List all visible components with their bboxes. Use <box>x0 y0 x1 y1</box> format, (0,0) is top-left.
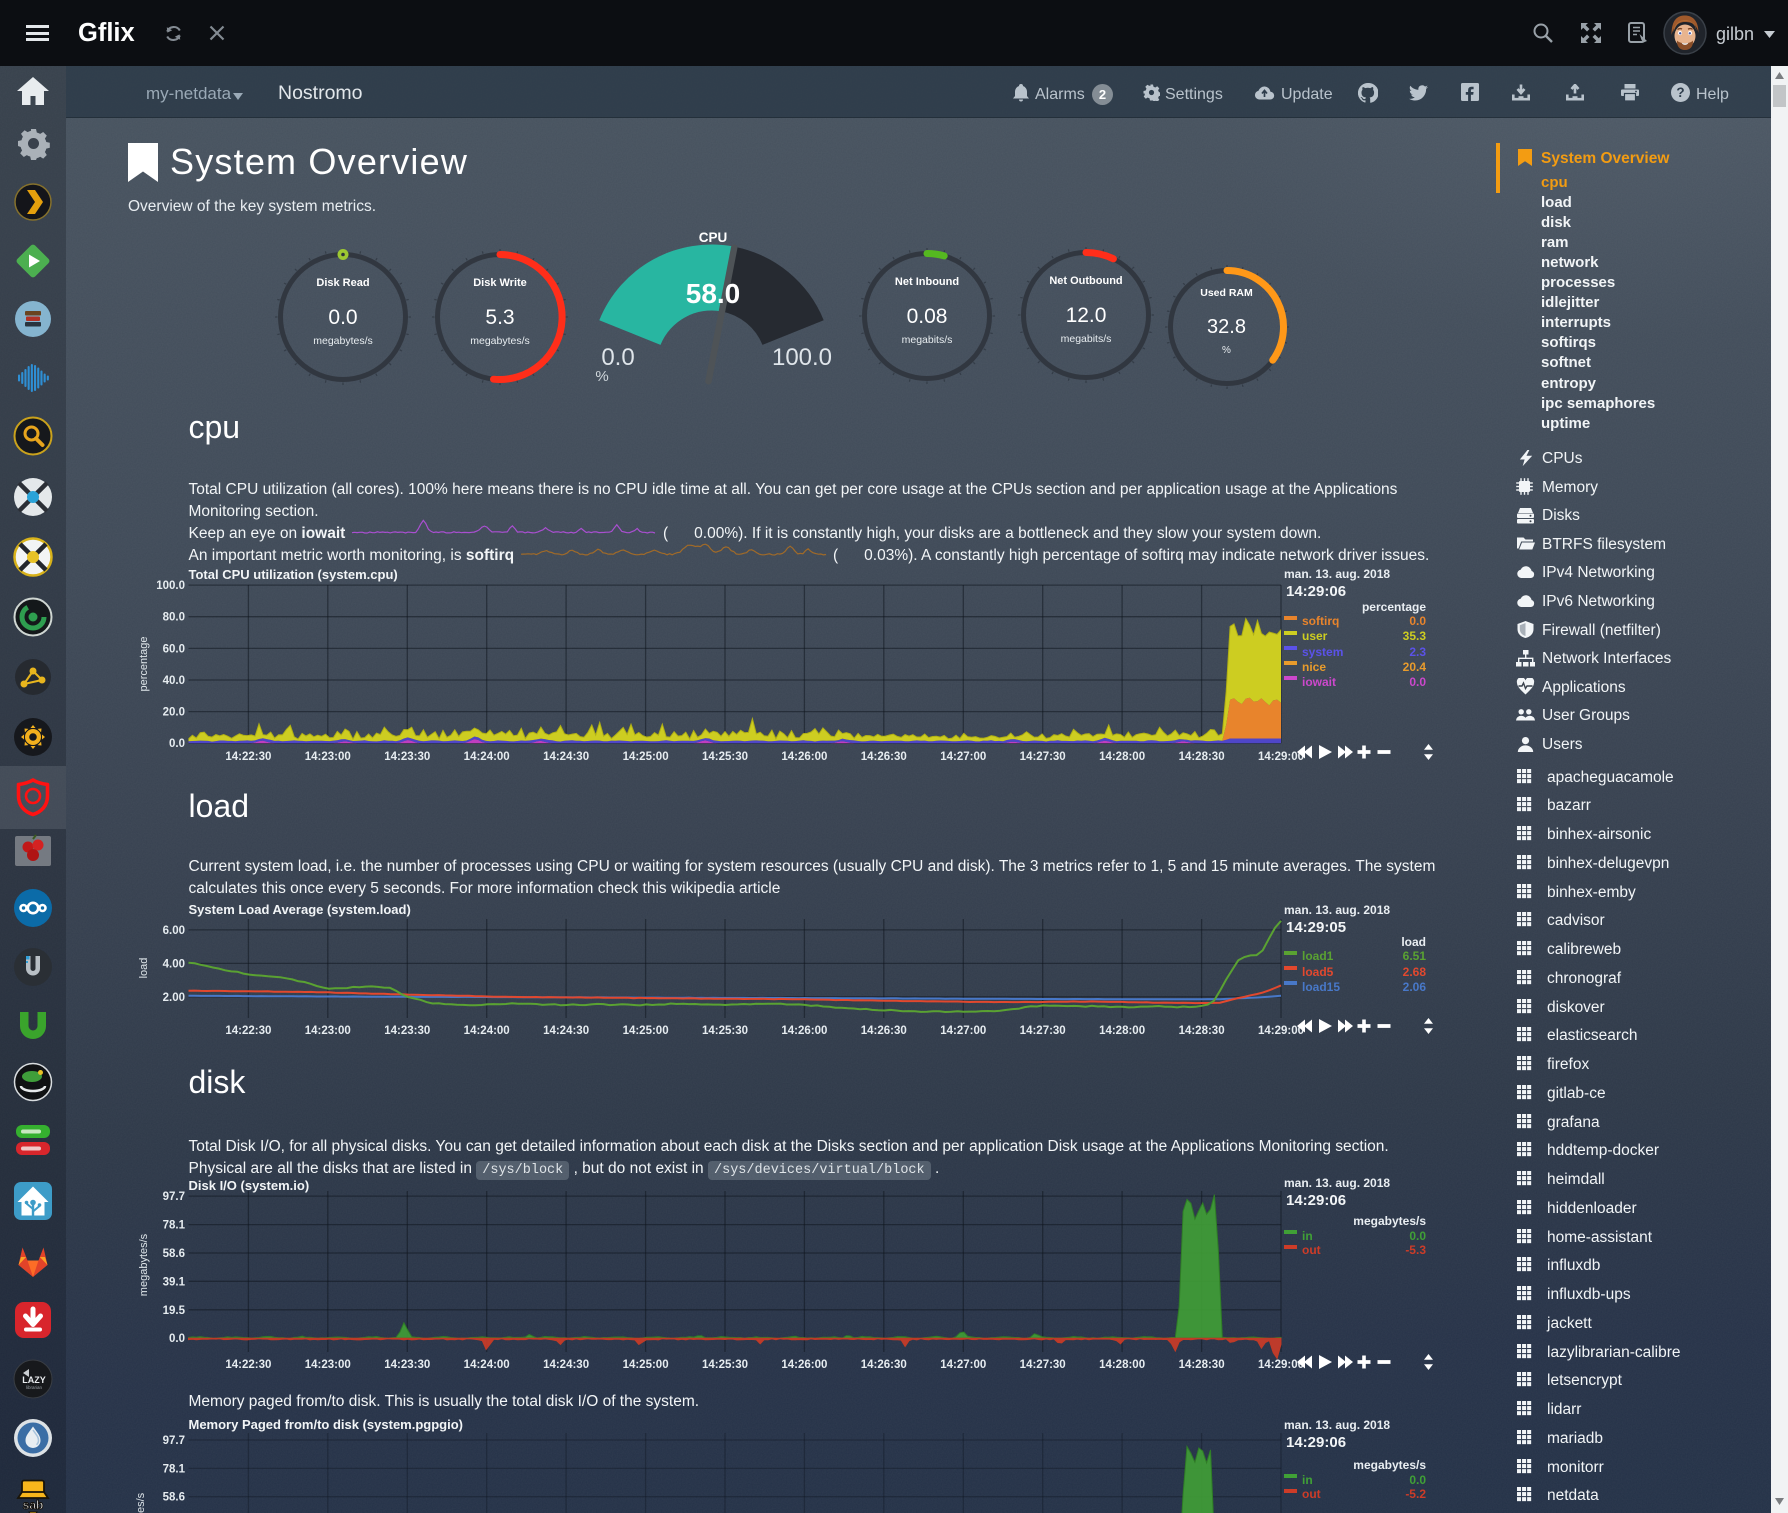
svg-text:97.7: 97.7 <box>163 1435 185 1447</box>
svg-text:78.1: 78.1 <box>163 1463 186 1475</box>
svg-text:?: ? <box>1676 85 1684 100</box>
svg-text:58.6: 58.6 <box>163 1492 185 1504</box>
svg-text:megabytes/s: megabytes/s <box>135 1492 147 1513</box>
